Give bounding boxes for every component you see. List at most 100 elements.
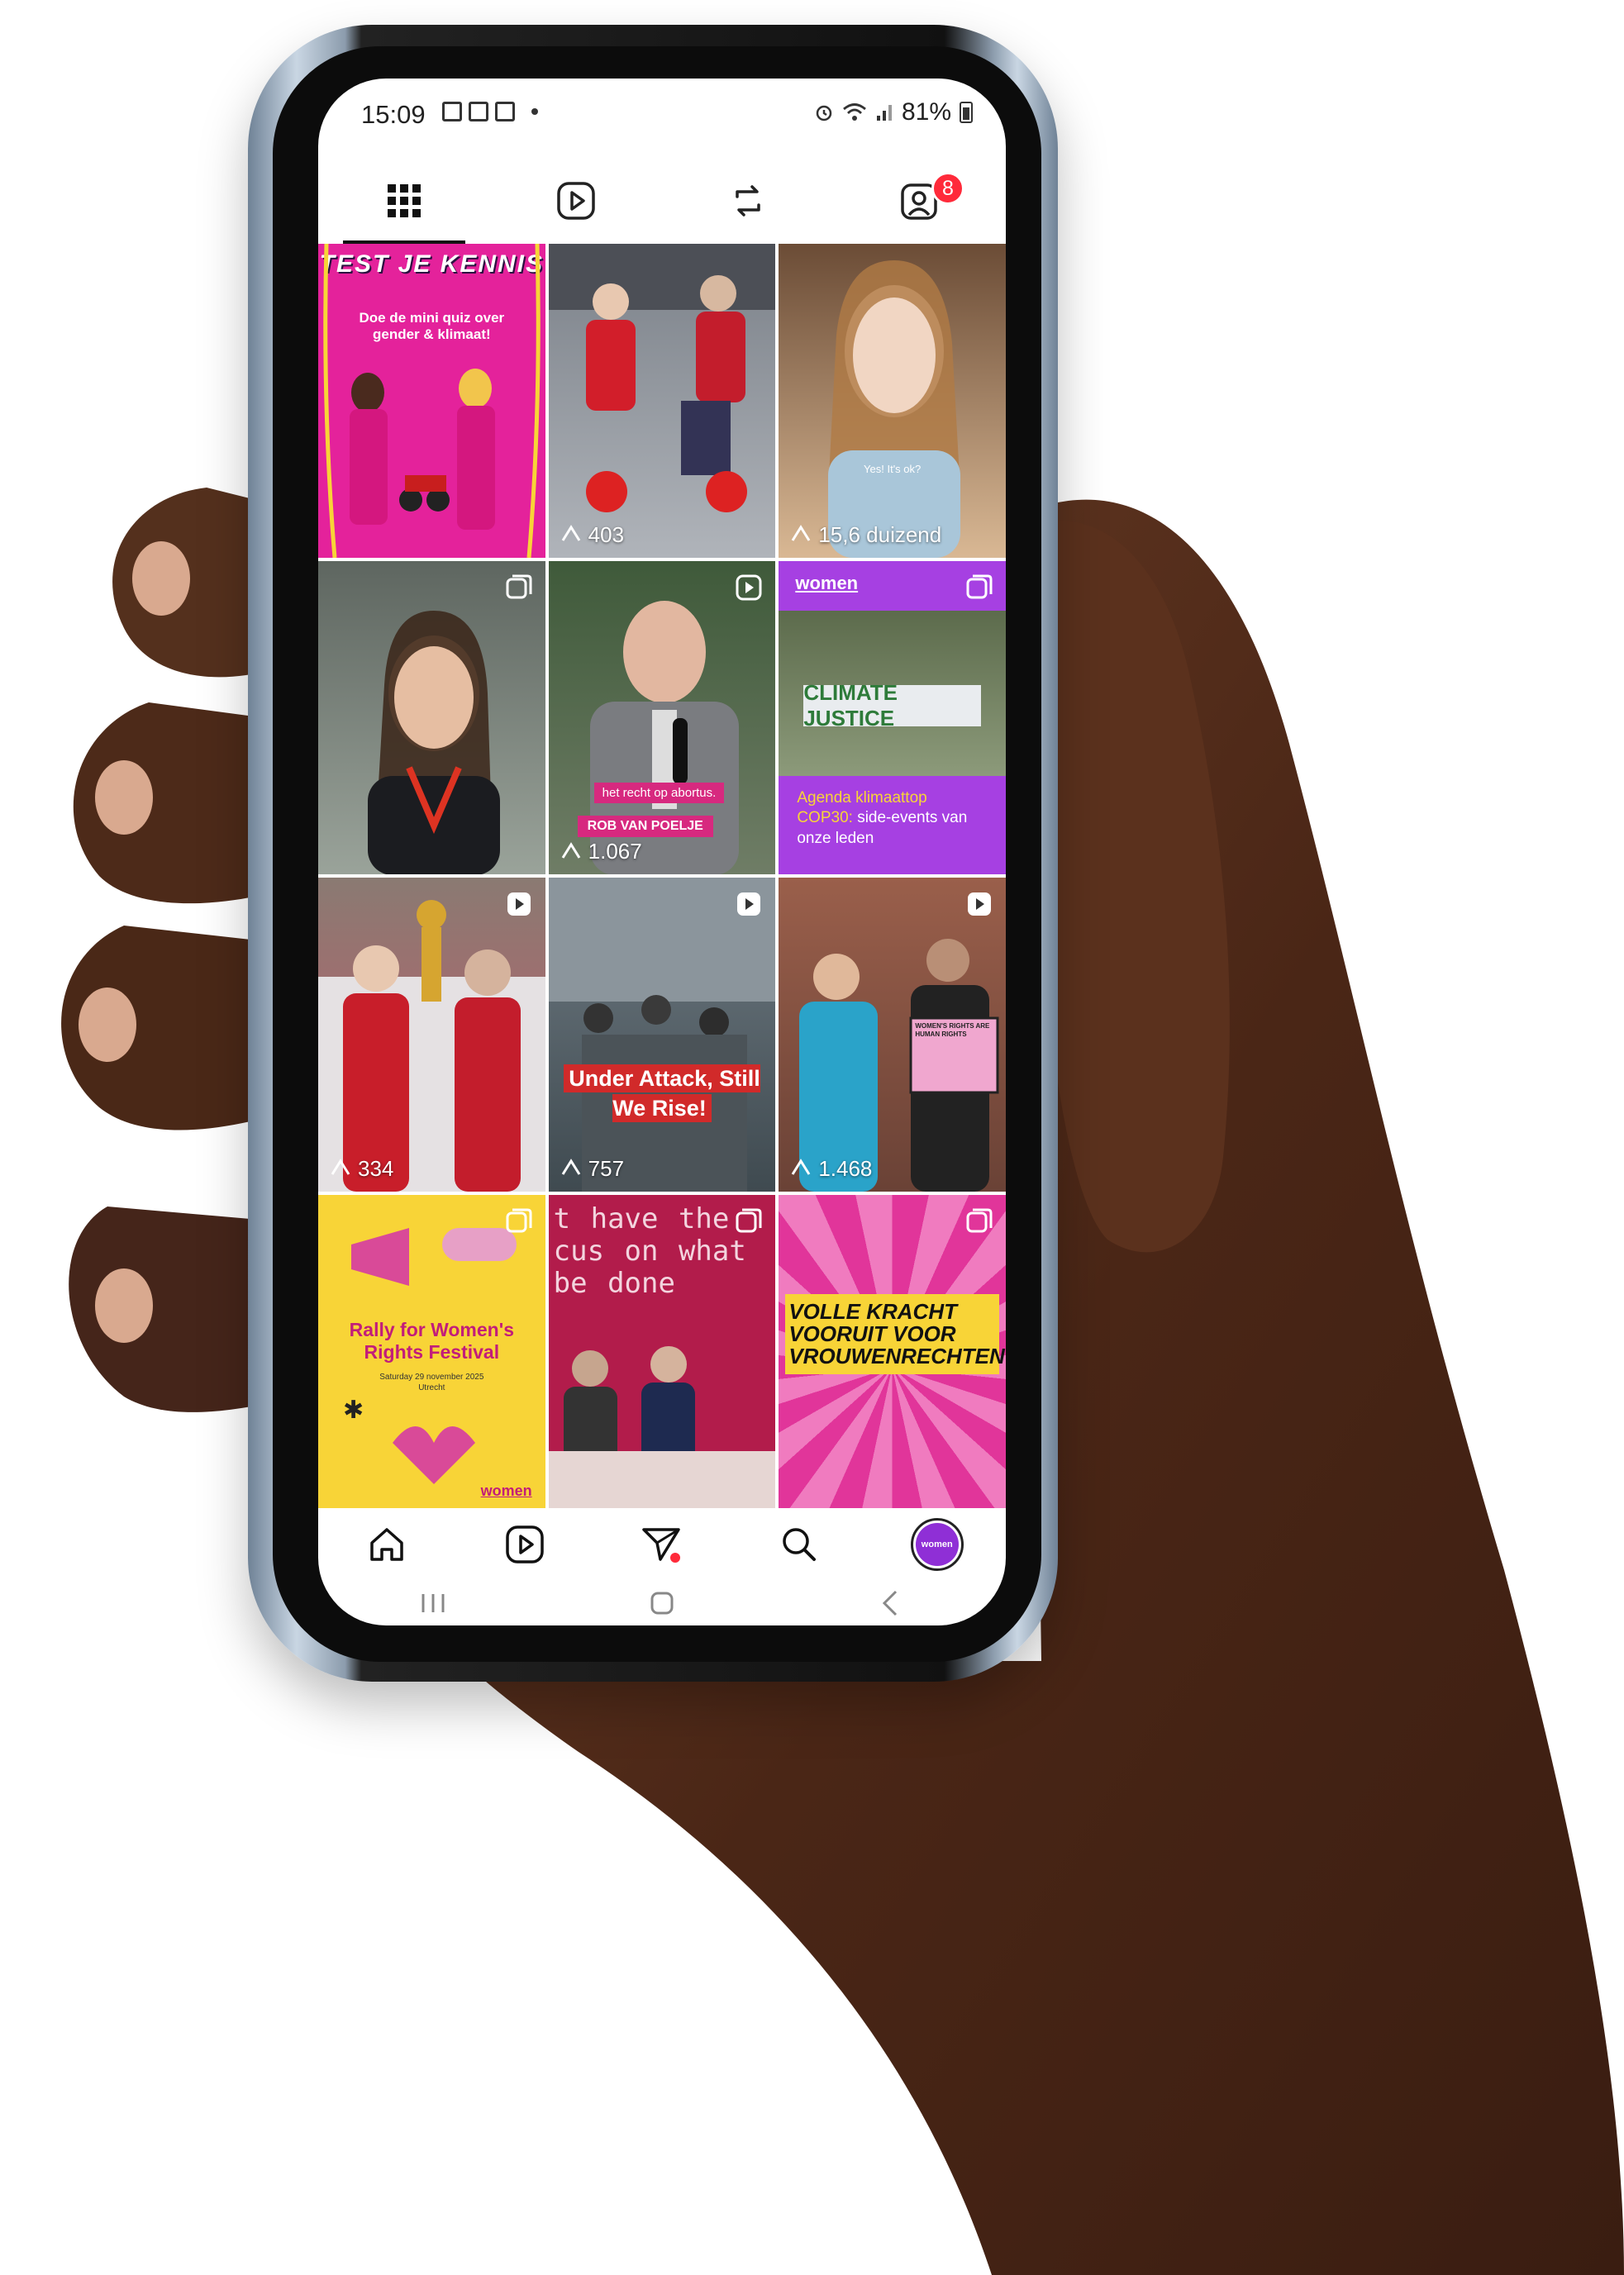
status-right: 81%	[814, 98, 973, 126]
view-count-value: 757	[588, 1155, 625, 1181]
post-caption: Yes! It's ok?	[864, 463, 922, 475]
carousel-icon	[964, 573, 994, 607]
people-illustration	[323, 244, 541, 558]
photo-scene	[318, 900, 545, 1192]
post-tile[interactable]: WOMEN'S RIGHTS ARE HUMAN RIGHTS 1.468	[779, 878, 1006, 1192]
view-count: 757	[560, 1156, 624, 1182]
nav-home[interactable]	[354, 1511, 420, 1578]
profile-avatar-ring: women	[910, 1518, 964, 1571]
battery-percent: 81%	[901, 98, 951, 126]
more-notifications-icon	[531, 108, 538, 115]
post-city: Utrecht	[418, 1383, 445, 1392]
views-icon	[561, 1159, 580, 1175]
view-count: 334	[330, 1156, 393, 1182]
post-body: Agenda klimaattop COP30: side-events van…	[797, 788, 981, 850]
reel-icon	[734, 573, 764, 607]
view-count-value: 1.468	[818, 1155, 873, 1181]
views-icon	[792, 1159, 811, 1175]
tagged-badge: 8	[931, 172, 964, 205]
search-icon	[783, 1528, 817, 1561]
nav-messages[interactable]	[629, 1511, 695, 1578]
profile-tabs: 8	[318, 157, 1006, 244]
post-tile[interactable]: het recht op abortus. ROB VAN POELJE 1.0…	[548, 560, 776, 874]
view-count-value: 15,6 duizend	[818, 521, 942, 547]
back-icon[interactable]	[874, 1587, 907, 1620]
post-name-label: ROB VAN POELJE	[577, 815, 713, 837]
notification-icons	[442, 102, 538, 121]
women-logo: women	[795, 572, 859, 593]
view-count: 1.468	[790, 1156, 872, 1182]
post-title: Rally for Women's Rights Festival	[349, 1318, 514, 1364]
image-notification-icon	[442, 102, 462, 121]
photo-scene	[548, 1345, 776, 1508]
post-tile[interactable]: Yes! It's ok? 15,6 duizend	[779, 244, 1006, 558]
battery-icon	[960, 102, 973, 123]
post-tile[interactable]: 334	[318, 878, 545, 1192]
post-date: Saturday 29 november 2025	[379, 1372, 484, 1382]
view-count: 403	[560, 522, 624, 548]
climate-banner: CLIMATE JUSTICE	[803, 680, 981, 731]
tab-tagged[interactable]: 8	[834, 157, 1006, 244]
home-icon	[370, 1528, 403, 1561]
protest-photo: CLIMATE JUSTICE	[779, 610, 1006, 776]
reel-icon	[964, 889, 994, 923]
post-tile[interactable]: ✱ Rally for Women's Rights Festival Satu…	[318, 1194, 545, 1508]
protest-sign: WOMEN'S RIGHTS ARE HUMAN RIGHTS	[915, 1022, 990, 1038]
post-tile[interactable]: 403	[548, 244, 776, 558]
signal-icon	[876, 105, 892, 121]
view-count: 15,6 duizend	[790, 522, 941, 548]
check-notification-icon	[495, 102, 515, 121]
post-caption-text: Under Attack, Still We Rise!	[564, 1064, 760, 1123]
grid-icon	[388, 183, 421, 217]
post-tile[interactable]: t have the cus on what be done	[548, 1194, 776, 1508]
status-time: 15:09	[361, 100, 426, 129]
post-tile[interactable]: TEST JE KENNIS Doe de mini quiz over gen…	[318, 244, 545, 558]
view-count: 1.067	[560, 839, 642, 864]
post-tile[interactable]: VOLLE KRACHT VOORUIT VOOR VROUWENRECHTEN	[779, 1194, 1006, 1508]
women-logo: women	[480, 1483, 532, 1499]
reels-icon	[505, 1525, 544, 1563]
wifi-icon	[843, 103, 866, 121]
view-count-value: 403	[588, 521, 625, 547]
avatar: women	[915, 1523, 959, 1566]
photo-scene	[548, 878, 776, 1192]
phone-screen: 15:09 81% 8 TEST JE KENNIS Doe de mini q…	[318, 79, 1006, 1625]
post-tile[interactable]	[318, 560, 545, 874]
repost-icon	[736, 184, 760, 217]
post-tile[interactable]: Under Attack, Still We Rise! 757	[548, 878, 776, 1192]
nav-profile[interactable]: women	[904, 1511, 970, 1578]
posts-grid: TEST JE KENNIS Doe de mini quiz over gen…	[318, 244, 1006, 1508]
reel-icon	[734, 889, 764, 923]
views-icon	[331, 1159, 350, 1175]
carousel-icon	[964, 1207, 994, 1240]
carousel-icon	[504, 573, 534, 607]
view-count-value: 334	[358, 1155, 394, 1181]
tab-grid[interactable]	[318, 157, 490, 244]
views-icon	[792, 525, 811, 541]
post-caption: het recht op abortus.	[593, 782, 725, 803]
status-bar: 15:09 81%	[318, 79, 1006, 157]
photo-scene	[368, 610, 500, 874]
alarm-icon	[816, 105, 832, 121]
post-caption: Under Attack, Still We Rise!	[557, 1064, 768, 1124]
qr-notification-icon	[469, 102, 488, 121]
home-button-icon[interactable]	[645, 1587, 679, 1620]
recents-icon[interactable]	[417, 1591, 450, 1616]
carousel-icon	[734, 1207, 764, 1240]
reel-icon	[504, 889, 534, 923]
nav-reels[interactable]	[492, 1511, 558, 1578]
views-icon	[561, 841, 580, 859]
views-icon	[561, 525, 580, 541]
post-title: VOLLE KRACHT VOORUIT VOOR VROUWENRECHTEN	[785, 1293, 1005, 1375]
photo-scene	[548, 244, 776, 512]
photo-scene	[828, 260, 961, 558]
send-icon	[642, 1528, 680, 1563]
tab-reposts[interactable]	[662, 157, 834, 244]
system-nav	[318, 1583, 1006, 1624]
carousel-icon	[504, 1207, 534, 1240]
reels-icon	[557, 181, 595, 220]
post-tile[interactable]: women CLIMATE JUSTICE Agenda klimaattop …	[779, 560, 1006, 874]
bottom-nav: women	[318, 1510, 1006, 1579]
nav-search[interactable]	[766, 1511, 832, 1578]
tab-reels[interactable]	[490, 157, 662, 244]
